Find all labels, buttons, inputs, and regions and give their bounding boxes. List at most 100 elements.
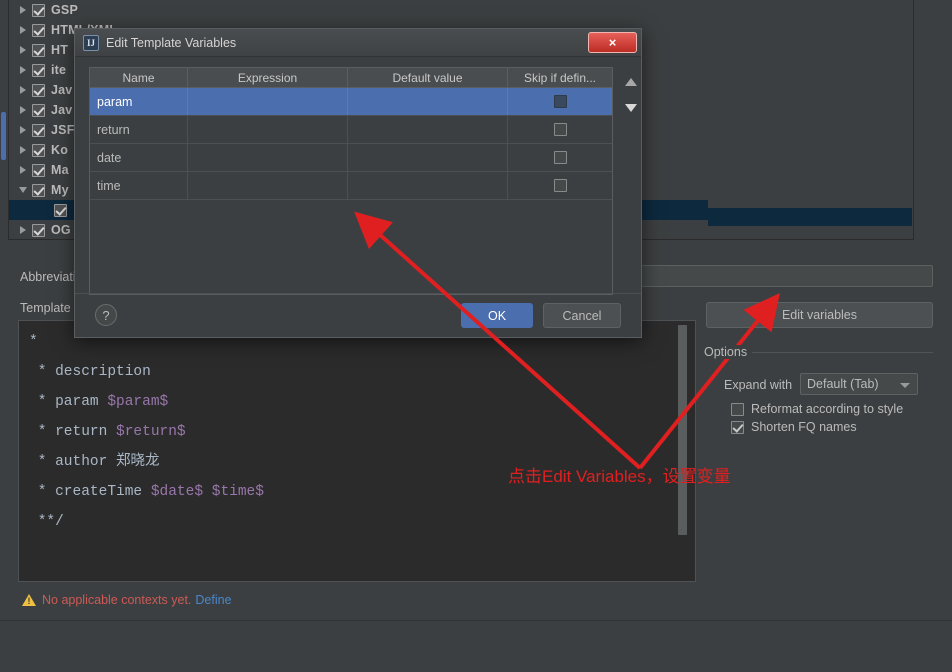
code-line: * author 郑晓龙 — [29, 447, 673, 477]
tree-item-label: My — [51, 183, 69, 197]
chevron-right-icon[interactable] — [16, 122, 32, 138]
tree-item-checkbox[interactable] — [32, 223, 45, 237]
skip-if-defined-checkbox[interactable] — [553, 95, 567, 108]
dialog-ok-button[interactable]: OK — [461, 303, 533, 328]
tree-item-checkbox[interactable] — [32, 83, 45, 97]
triangle-down-icon[interactable] — [622, 99, 640, 117]
no-contexts-warning: No applicable contexts yet. Define — [18, 588, 696, 612]
cell-default_value[interactable] — [348, 88, 508, 115]
table-body[interactable]: param return date time — [90, 88, 612, 200]
tree-item-checkbox[interactable] — [32, 63, 45, 77]
cell-default_value[interactable] — [348, 172, 508, 199]
tree-item-checkbox[interactable] — [32, 23, 45, 37]
template-text-editor[interactable]: * * description * param $param$ * return… — [18, 320, 696, 582]
shorten-checkbox[interactable] — [731, 420, 744, 434]
close-icon[interactable]: × — [588, 32, 637, 53]
cell-expression[interactable] — [188, 172, 348, 199]
define-context-link[interactable]: Define — [195, 593, 231, 607]
chevron-right-icon[interactable] — [16, 142, 32, 158]
dialog-footer: ? OK Cancel — [75, 293, 641, 337]
help-icon[interactable]: ? — [95, 304, 117, 326]
column-header-2[interactable]: Default value — [348, 68, 508, 87]
editor-scrollbar-thumb[interactable] — [678, 325, 687, 535]
tree-item-checkbox[interactable] — [32, 143, 45, 157]
table-header-row: Name Expression Default value Skip if defin… — [90, 68, 612, 88]
table-row[interactable]: date — [90, 144, 612, 172]
cell-name[interactable]: date — [90, 144, 188, 171]
dialog-title-bar[interactable]: IJ Edit Template Variables × — [75, 29, 641, 57]
template-variable: $return$ — [116, 424, 186, 440]
table-row[interactable]: time — [90, 172, 612, 200]
column-header-0[interactable]: Name — [90, 68, 188, 87]
cell-expression[interactable] — [188, 144, 348, 171]
chevron-down-icon[interactable] — [16, 182, 32, 198]
dialog-button-bar: OK Cancel Apply — [0, 621, 952, 672]
code-text: * description — [29, 364, 151, 380]
tree-vertical-scrollbar[interactable] — [0, 0, 7, 620]
tree-item-checkbox[interactable] — [54, 203, 67, 217]
chevron-right-icon[interactable] — [16, 22, 32, 38]
cell-skip-if-defined[interactable] — [508, 88, 612, 115]
tree-item-gsp[interactable]: GSP — [8, 0, 708, 20]
cell-expression[interactable] — [188, 88, 348, 115]
tree-item-label: Jav — [51, 103, 73, 117]
tree-item-checkbox[interactable] — [32, 183, 45, 197]
cell-default_value[interactable] — [348, 116, 508, 143]
column-header-3[interactable]: Skip if defin... — [508, 68, 612, 87]
skip-if-defined-checkbox[interactable] — [553, 123, 567, 136]
chevron-right-icon[interactable] — [16, 102, 32, 118]
cell-skip-if-defined[interactable] — [508, 144, 612, 171]
triangle-up-icon[interactable] — [622, 72, 640, 90]
variables-table[interactable]: Name Expression Default value Skip if defin… — [89, 67, 613, 295]
expand-with-label: Expand with — [724, 378, 793, 392]
chevron-right-icon[interactable] — [16, 222, 32, 238]
chevron-right-icon[interactable] — [16, 2, 32, 18]
cell-skip-if-defined[interactable] — [508, 172, 612, 199]
code-line: * createTime $date$ $time$ — [29, 477, 673, 507]
expand-with-select[interactable]: Default (Tab) — [800, 373, 918, 395]
cell-name[interactable]: return — [90, 116, 188, 143]
tree-item-checkbox[interactable] — [32, 163, 45, 177]
tree-item-checkbox[interactable] — [32, 43, 45, 57]
cell-skip-if-defined[interactable] — [508, 116, 612, 143]
cell-name[interactable]: time — [90, 172, 188, 199]
chevron-right-icon[interactable] — [16, 82, 32, 98]
tree-item-label: ite — [51, 63, 67, 77]
tree-item-label: JSF — [51, 123, 75, 137]
code-text: * param — [29, 394, 108, 410]
chevron-right-icon[interactable] — [16, 42, 32, 58]
code-text: * — [29, 334, 38, 350]
template-variable: $date$ $time$ — [150, 484, 264, 500]
template-variable: $param$ — [107, 394, 169, 410]
skip-if-defined-checkbox[interactable] — [553, 179, 567, 192]
table-row[interactable]: param — [90, 88, 612, 116]
screen-root: GSPHTML/XMLHTiteJavJavJSFKoMaMyOG Abbrev… — [0, 0, 952, 672]
skip-if-defined-checkbox[interactable] — [553, 151, 567, 164]
dialog-cancel-button[interactable]: Cancel — [543, 303, 621, 328]
cell-default_value[interactable] — [348, 144, 508, 171]
intellij-icon: IJ — [83, 34, 99, 51]
cell-name[interactable]: param — [90, 88, 188, 115]
reformat-checkbox[interactable] — [731, 402, 744, 416]
tree-item-checkbox[interactable] — [32, 103, 45, 117]
tree-item-checkbox[interactable] — [32, 3, 45, 17]
chevron-right-icon[interactable] — [16, 62, 32, 78]
cell-expression[interactable] — [188, 116, 348, 143]
shorten-option-row[interactable]: Shorten FQ names — [731, 420, 857, 434]
edit-variables-button[interactable]: Edit variables — [706, 302, 933, 328]
reformat-option-row[interactable]: Reformat according to style — [731, 402, 903, 416]
column-header-1[interactable]: Expression — [188, 68, 348, 87]
table-row[interactable]: return — [90, 116, 612, 144]
expand-with-value: Default (Tab) — [807, 377, 879, 391]
tree-item-checkbox[interactable] — [32, 123, 45, 137]
scrollbar-thumb[interactable] — [1, 112, 6, 160]
code-text: * author 郑晓龙 — [29, 454, 160, 470]
chevron-right-icon[interactable] — [16, 162, 32, 178]
code-line: * description — [29, 357, 673, 387]
warning-triangle-icon — [22, 593, 36, 607]
row-reorder-controls[interactable] — [620, 67, 642, 127]
tree-item-label: HT — [51, 43, 69, 57]
template-code: * * description * param $param$ * return… — [29, 327, 673, 537]
reformat-label: Reformat according to style — [751, 402, 904, 416]
